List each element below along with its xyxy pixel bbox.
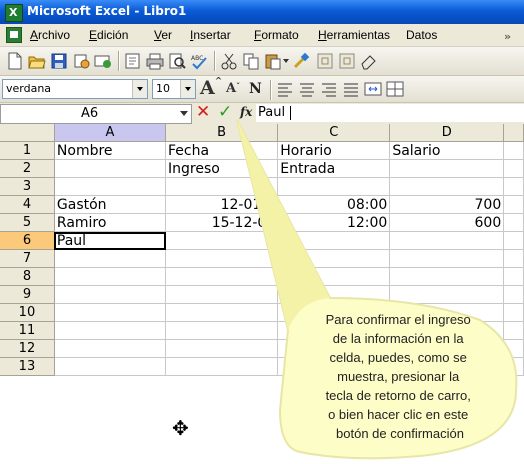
- callout-pointer: [237, 120, 330, 330]
- callout-text: Para confirmar el ingreso de la informac…: [326, 312, 475, 441]
- tooltip-callout: Para confirmar el ingreso de la informac…: [236, 119, 518, 460]
